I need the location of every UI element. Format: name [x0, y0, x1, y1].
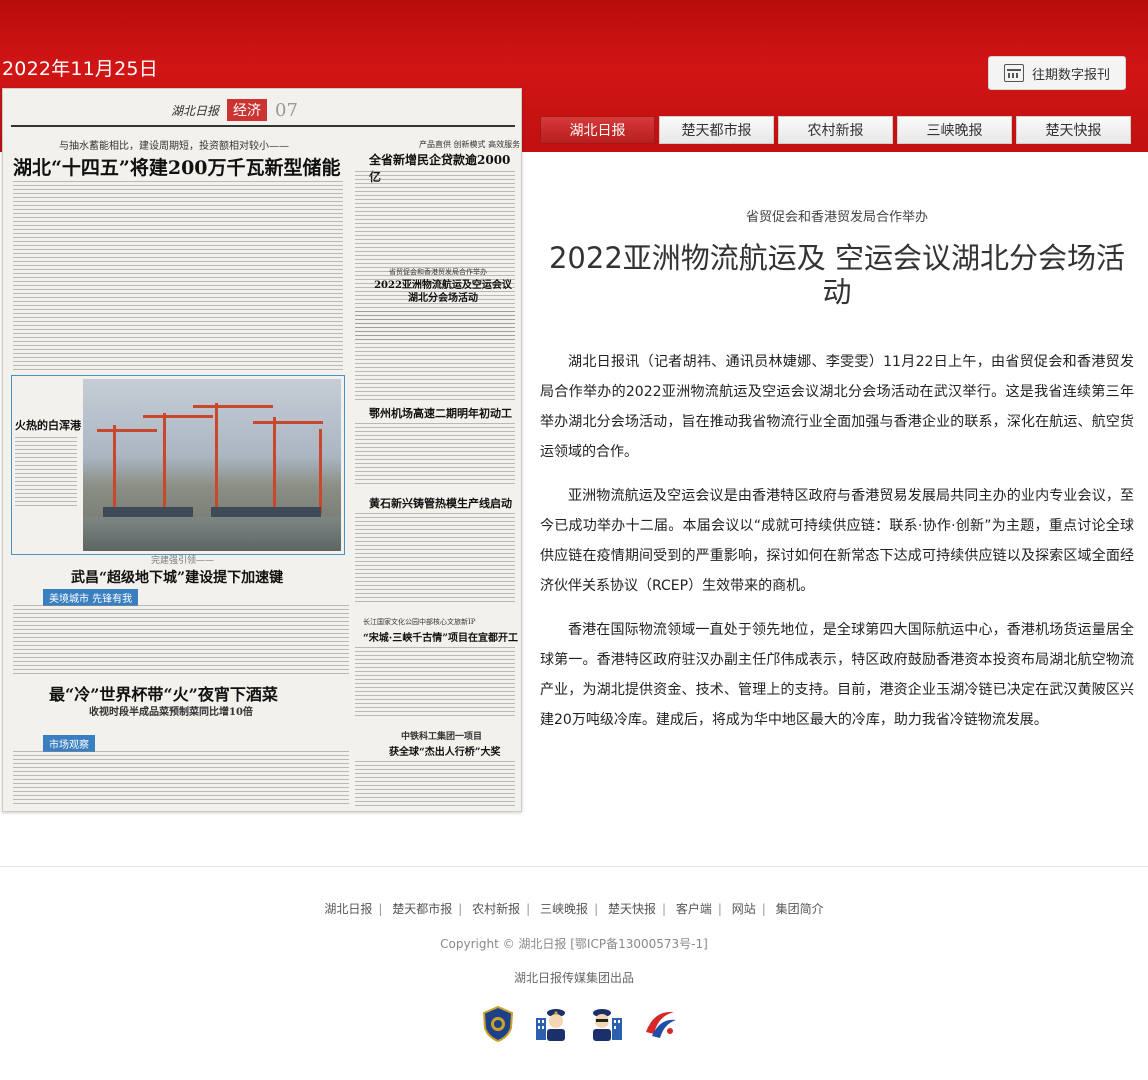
footer-link-hubei-daily[interactable]: 湖北日报	[324, 902, 372, 916]
headline-r2-sub[interactable]: 省贸促会和香港贸发局合作举办	[389, 267, 487, 277]
tab-hubei-daily[interactable]: 湖北日报	[540, 116, 655, 144]
footer-link-app[interactable]: 客户端	[676, 902, 712, 916]
caption-text-block	[15, 437, 77, 507]
headline-r6-sub[interactable]: 中铁科工集团一项目	[401, 729, 482, 742]
police-shield-icon[interactable]	[478, 1004, 518, 1044]
tab-chutian-metro[interactable]: 楚天都市报	[659, 116, 774, 144]
photo-crane-arm	[253, 421, 323, 424]
port-photo[interactable]	[83, 379, 341, 551]
headline-bottom-sub[interactable]: 收视时段半成品菜预制菜同比增10倍	[89, 703, 253, 718]
article-text-block	[355, 647, 515, 717]
article-paragraph: 香港在国际物流领域一直处于领先地位，是全球第四大国际航运中心，香港机场货运量居全…	[540, 622, 1134, 728]
issue-date: 2022年11月25日	[2, 58, 158, 80]
article-paragraph: 湖北日报讯（记者胡祎、通讯员林婕娜、李雯雯）11月22日上午，由省贸促会和香港贸…	[540, 354, 1134, 460]
newspaper-page-image[interactable]: 湖北日报 经济 07 与抽水蓄能相比，建设周期短，投资额相对较小—— 湖北“十四…	[2, 88, 522, 812]
article-text-block	[13, 181, 343, 371]
photo-crane	[163, 413, 166, 513]
footer-link-rural-news[interactable]: 农村新报	[472, 902, 520, 916]
photo-crane	[113, 425, 116, 513]
headline-r5-sub[interactable]: 长江国家文化公园中部核心文旅新IP	[363, 617, 475, 627]
headline-r6[interactable]: 获全球“杰出人行桥”大奖	[389, 743, 501, 758]
archive-button[interactable]: 往期数字报刊	[988, 56, 1126, 90]
footer-link-three-gorges-evening[interactable]: 三峡晚报	[540, 902, 588, 916]
footer-separator: |	[717, 902, 722, 916]
headline-r5[interactable]: “宋城·三峡千古情”项目在宜都开工	[363, 629, 518, 644]
photo-crane-arm	[97, 429, 157, 432]
footer-links: 湖北日报 | 楚天都市报 | 农村新报 | 三峡晚报 | 楚天快报 | 客户端 | 网站 | …	[0, 900, 1148, 917]
photo-caption[interactable]: 火热的白浑港	[15, 417, 81, 433]
article-paragraph: 亚洲物流航运及空运会议是由香港特区政府与香港贸易发展局共同主办的业内专业会议，至…	[540, 488, 1134, 594]
footer-badges	[478, 1004, 680, 1044]
tag-beautiful-city: 美境城市 先锋有我	[43, 589, 139, 606]
cyber-police-icon[interactable]	[586, 1004, 626, 1044]
producer-line: 湖北日报传媒集团出品	[513, 971, 634, 985]
footer-separator: |	[378, 902, 383, 916]
photo-crane	[319, 429, 322, 513]
photo-crane	[273, 417, 276, 513]
paper-rule	[11, 125, 515, 127]
paper-masthead: 湖北日报 经济 07	[171, 99, 298, 121]
footer-separator: |	[526, 902, 531, 916]
headline-mid[interactable]: 武昌“超级地下城”建设提下加速键	[71, 567, 283, 587]
article-text-block	[13, 751, 349, 807]
footer-separator: |	[594, 902, 599, 916]
article-subtitle: 省贸促会和香港贸发局合作举办	[745, 210, 928, 225]
headline-mid-sub[interactable]: 完建强引领——	[151, 553, 214, 566]
archive-button-label: 往期数字报刊	[1031, 67, 1110, 83]
article-text-block	[355, 513, 515, 605]
headline-lead[interactable]: 湖北“十四五”将建200万千瓦新型储能	[13, 153, 341, 180]
paper-section-label: 经济	[227, 99, 268, 121]
article-text-block	[355, 423, 515, 487]
paper-logo: 湖北日报	[171, 103, 220, 118]
footer-divider	[0, 866, 1148, 867]
paper-page-number: 07	[275, 99, 298, 121]
tab-three-gorges-evening[interactable]: 三峡晚报	[897, 116, 1012, 144]
article-text-block	[13, 605, 349, 675]
tab-chutian-express[interactable]: 楚天快报	[1016, 116, 1131, 144]
headline-r3[interactable]: 鄂州机场高速二期明年初动工	[369, 405, 512, 421]
footer-link-group-intro[interactable]: 集团简介	[776, 902, 824, 916]
footer-link-chutian-metro[interactable]: 楚天都市报	[392, 902, 452, 916]
footer-separator: |	[458, 902, 463, 916]
footer-link-chutian-express[interactable]: 楚天快报	[608, 902, 656, 916]
article: 省贸促会和香港贸发局合作举办 2022亚洲物流航运及 空运会议湖北分会场活动 湖…	[540, 200, 1134, 749]
photo-crane-arm	[193, 405, 273, 408]
footer-link-website[interactable]: 网站	[732, 902, 756, 916]
calendar-icon	[1003, 64, 1024, 82]
tab-rural-news[interactable]: 农村新报	[778, 116, 893, 144]
article-title: 2022亚洲物流航运及 空运会议湖北分会场活动	[548, 241, 1126, 309]
article-body: 湖北日报讯（记者胡祎、通讯员林婕娜、李雯雯）11月22日上午，由省贸促会和香港贸…	[540, 347, 1134, 735]
headline-bottom[interactable]: 最“冷”世界杯带“火”夜宵下酒菜	[49, 681, 278, 705]
police-officer-icon[interactable]	[532, 1004, 572, 1044]
tag-market-watch: 市场观察	[43, 735, 95, 752]
headline-r1-sub[interactable]: 产品直供 创新模式 高效服务	[419, 139, 520, 150]
headline-r2[interactable]: 2022亚洲物流航运及空运会议湖北分会场活动	[373, 279, 513, 305]
photo-water	[83, 517, 341, 551]
headline-lead-sub[interactable]: 与抽水蓄能相比，建设周期短，投资额相对较小——	[59, 137, 289, 152]
headline-r4[interactable]: 黄石新兴铸管热模生产线启动	[369, 495, 512, 511]
report-swoosh-icon[interactable]	[640, 1004, 680, 1044]
photo-crane	[215, 403, 218, 513]
newspaper-tabs: 湖北日报 楚天都市报 农村新报 三峡晚报 楚天快报	[540, 116, 1131, 144]
footer-separator: |	[761, 902, 766, 916]
footer-separator: |	[661, 902, 666, 916]
article-text-block	[355, 761, 515, 807]
article-text-block	[355, 311, 515, 401]
copyright: Copyright © 湖北日报 [鄂ICP备13000573号-1]	[440, 937, 708, 951]
photo-crane-arm	[143, 415, 213, 418]
